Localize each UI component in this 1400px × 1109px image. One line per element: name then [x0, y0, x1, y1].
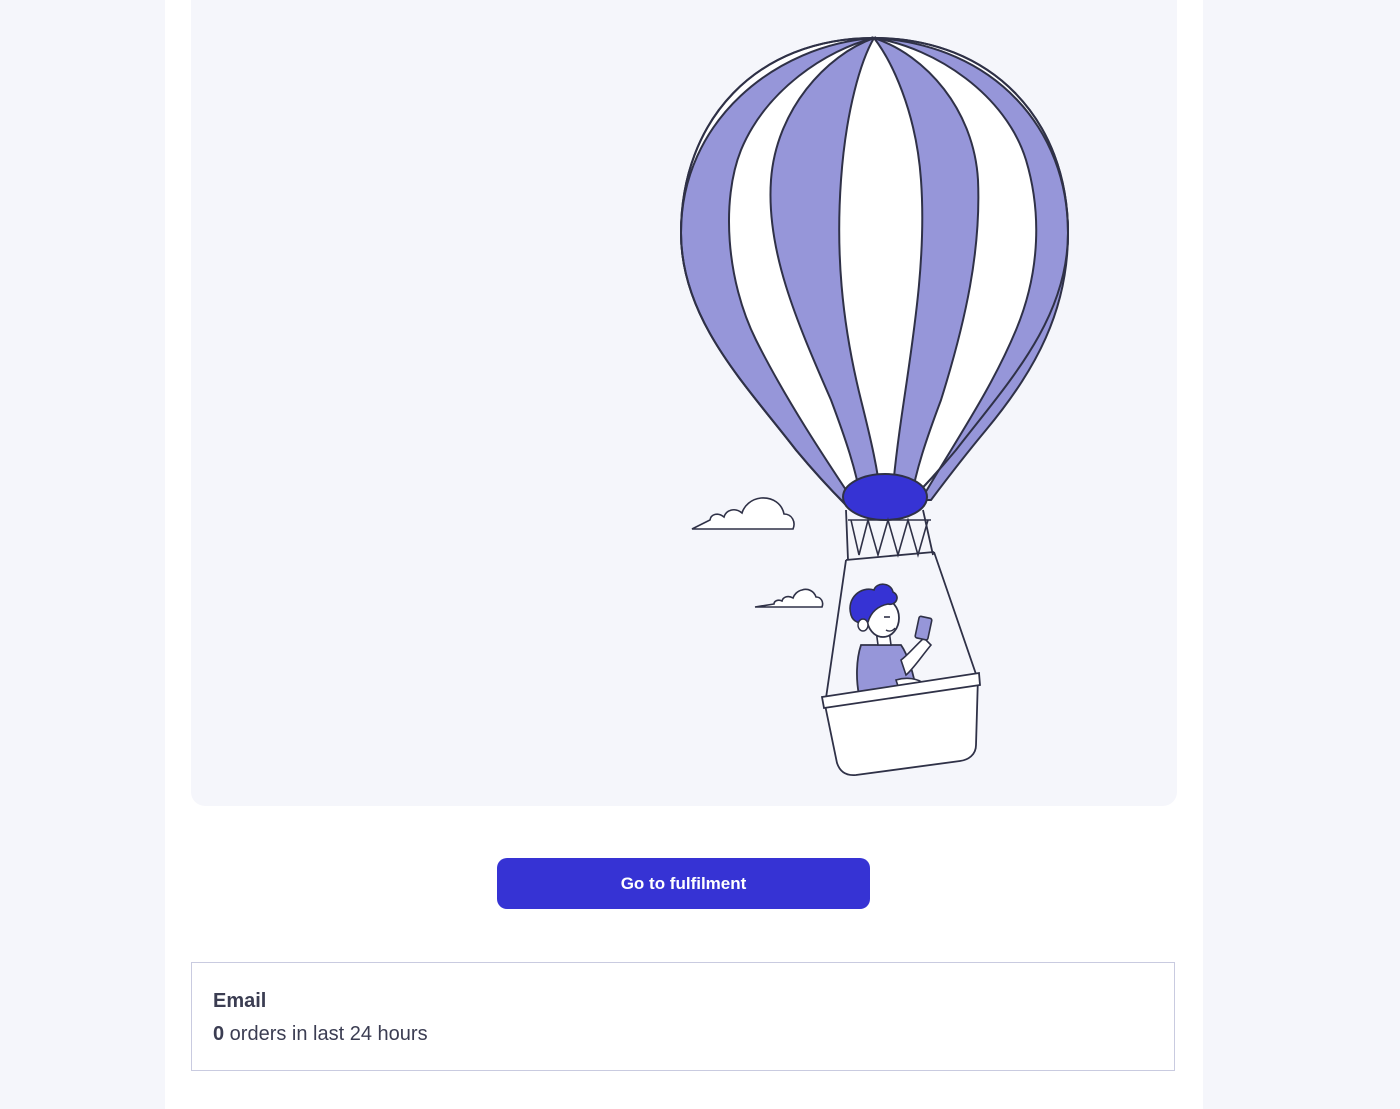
order-count-suffix: orders in last 24 hours [224, 1023, 428, 1045]
cloud-icon [754, 588, 824, 608]
balloon-envelope [679, 36, 1070, 506]
cloud-icon [691, 497, 795, 530]
go-to-fulfilment-button[interactable]: Go to fulfilment [497, 858, 870, 909]
hot-air-balloon-illustration [679, 36, 1070, 777]
channel-order-stat: 0 orders in last 24 hours [213, 1023, 428, 1046]
page: Go to fulfilment Email 0 orders in last … [0, 0, 1400, 1109]
order-count: 0 [213, 1023, 225, 1045]
channel-summary-card: Email 0 orders in last 24 hours [191, 962, 1175, 1071]
channel-title: Email [213, 990, 267, 1012]
content-card: Go to fulfilment Email 0 orders in last … [165, 0, 1203, 1109]
empty-state-illustration-panel [191, 0, 1177, 806]
balloon-basket [820, 671, 981, 777]
